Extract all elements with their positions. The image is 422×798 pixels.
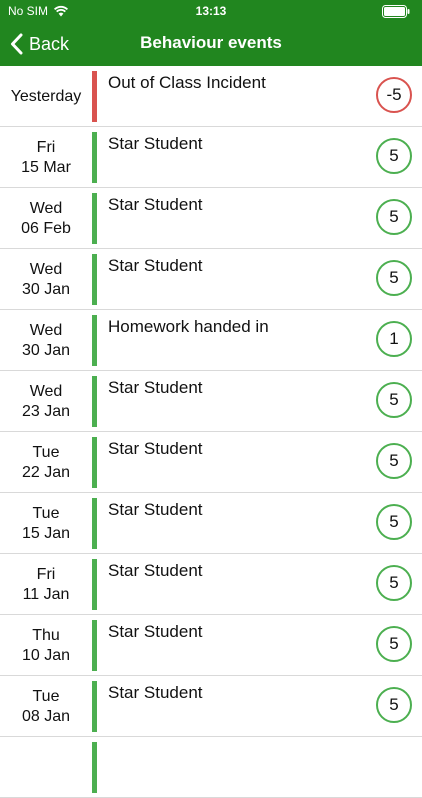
event-row[interactable]: Tue 08 Jan Star Student 5 [0,676,422,737]
event-day: Fri [36,565,56,583]
event-type-indicator [92,437,97,488]
event-date-text: 22 Jan [21,463,71,481]
event-day: Thu [32,626,60,644]
points-badge: 5 [376,199,412,235]
event-type-indicator [92,681,97,732]
event-title: Homework handed in [108,317,269,336]
points-value: 5 [389,634,399,653]
event-date-text: 08 Jan [21,707,71,725]
event-type-indicator [92,315,97,366]
event-title: Star Student [108,439,203,458]
event-row[interactable]: Wed 06 Feb Star Student 5 [0,188,422,249]
status-time: 13:13 [195,4,227,18]
event-type-indicator [92,193,97,244]
points-badge: -5 [376,77,412,113]
event-row[interactable]: Wed 30 Jan Homework handed in 1 [0,310,422,371]
event-date: Wed 06 Feb [0,188,92,249]
event-date-text: 15 Jan [21,524,71,542]
event-date: Tue 22 Jan [0,432,92,493]
points-value: -5 [386,85,402,104]
event-day: Fri [36,138,56,156]
event-title: Star Student [108,500,203,519]
event-date: Thu 10 Jan [0,615,92,676]
points-badge: 5 [376,565,412,601]
status-bar: No SIM 13:13 [0,0,422,22]
event-date: Yesterday [0,66,92,127]
event-day: Tue [32,504,60,522]
navigation-bar: Back Behaviour events [0,22,422,66]
points-value: 5 [389,146,399,165]
points-badge: 5 [376,260,412,296]
event-date-text: 11 Jan [22,585,70,603]
points-value: 5 [389,695,399,714]
event-day: Wed [29,321,63,339]
event-date: Wed 23 Jan [0,371,92,432]
event-day: Wed [29,199,63,217]
events-list: Yesterday Out of Class Incident -5 Fri 1… [0,66,422,798]
event-date: Tue 08 Jan [0,676,92,737]
event-day: Wed [29,382,63,400]
points-badge: 1 [376,321,412,357]
event-date: Fri 11 Jan [0,554,92,615]
event-date: Tue 15 Jan [0,493,92,554]
event-row[interactable]: Wed 23 Jan Star Student 5 [0,371,422,432]
event-title: Star Student [108,134,203,153]
event-date: Fri 15 Mar [0,127,92,188]
event-type-indicator [92,559,97,610]
event-date-text: 30 Jan [21,280,71,298]
event-row[interactable]: Tue 22 Jan Star Student 5 [0,432,422,493]
event-day: Yesterday [10,87,82,105]
points-badge: 5 [376,138,412,174]
event-row[interactable]: Thu 10 Jan Star Student 5 [0,615,422,676]
event-date-text: 06 Feb [21,219,71,237]
points-value: 5 [389,268,399,287]
event-row[interactable]: Fri 15 Mar Star Student 5 [0,127,422,188]
event-type-indicator [92,254,97,305]
points-value: 5 [389,573,399,592]
event-title: Star Student [108,256,203,275]
points-badge: 5 [376,382,412,418]
event-row-partial[interactable] [0,737,422,798]
header: No SIM 13:13 Back Behaviour events [0,0,422,66]
points-value: 1 [389,329,399,348]
event-title: Star Student [108,622,203,641]
event-row[interactable]: Fri 11 Jan Star Student 5 [0,554,422,615]
event-type-indicator [92,620,97,671]
points-badge: 5 [376,504,412,540]
event-day: Tue [32,687,60,705]
points-badge: 5 [376,687,412,723]
event-day: Tue [32,443,60,461]
event-date: Wed 30 Jan [0,249,92,310]
event-date-text: 10 Jan [21,646,71,664]
points-value: 5 [389,207,399,226]
event-row[interactable]: Wed 30 Jan Star Student 5 [0,249,422,310]
event-row[interactable]: Tue 15 Jan Star Student 5 [0,493,422,554]
event-type-indicator [92,71,97,122]
event-title: Star Student [108,561,203,580]
event-type-indicator [92,132,97,183]
points-value: 5 [389,390,399,409]
event-title: Star Student [108,683,203,702]
event-type-indicator [92,498,97,549]
event-title: Out of Class Incident [108,73,266,92]
event-date: Wed 30 Jan [0,310,92,371]
event-date-text: 30 Jan [21,341,71,359]
event-date-text: 15 Mar [21,158,71,176]
points-value: 5 [389,451,399,470]
points-value: 5 [389,512,399,531]
points-badge: 5 [376,626,412,662]
event-title: Star Student [108,378,203,397]
event-type-indicator [92,376,97,427]
event-date-text: 23 Jan [21,402,71,420]
battery-icon [382,4,412,18]
event-day: Wed [29,260,63,278]
points-badge: 5 [376,443,412,479]
event-title: Star Student [108,195,203,214]
event-row[interactable]: Yesterday Out of Class Incident -5 [0,66,422,127]
page-title: Behaviour events [140,33,282,52]
